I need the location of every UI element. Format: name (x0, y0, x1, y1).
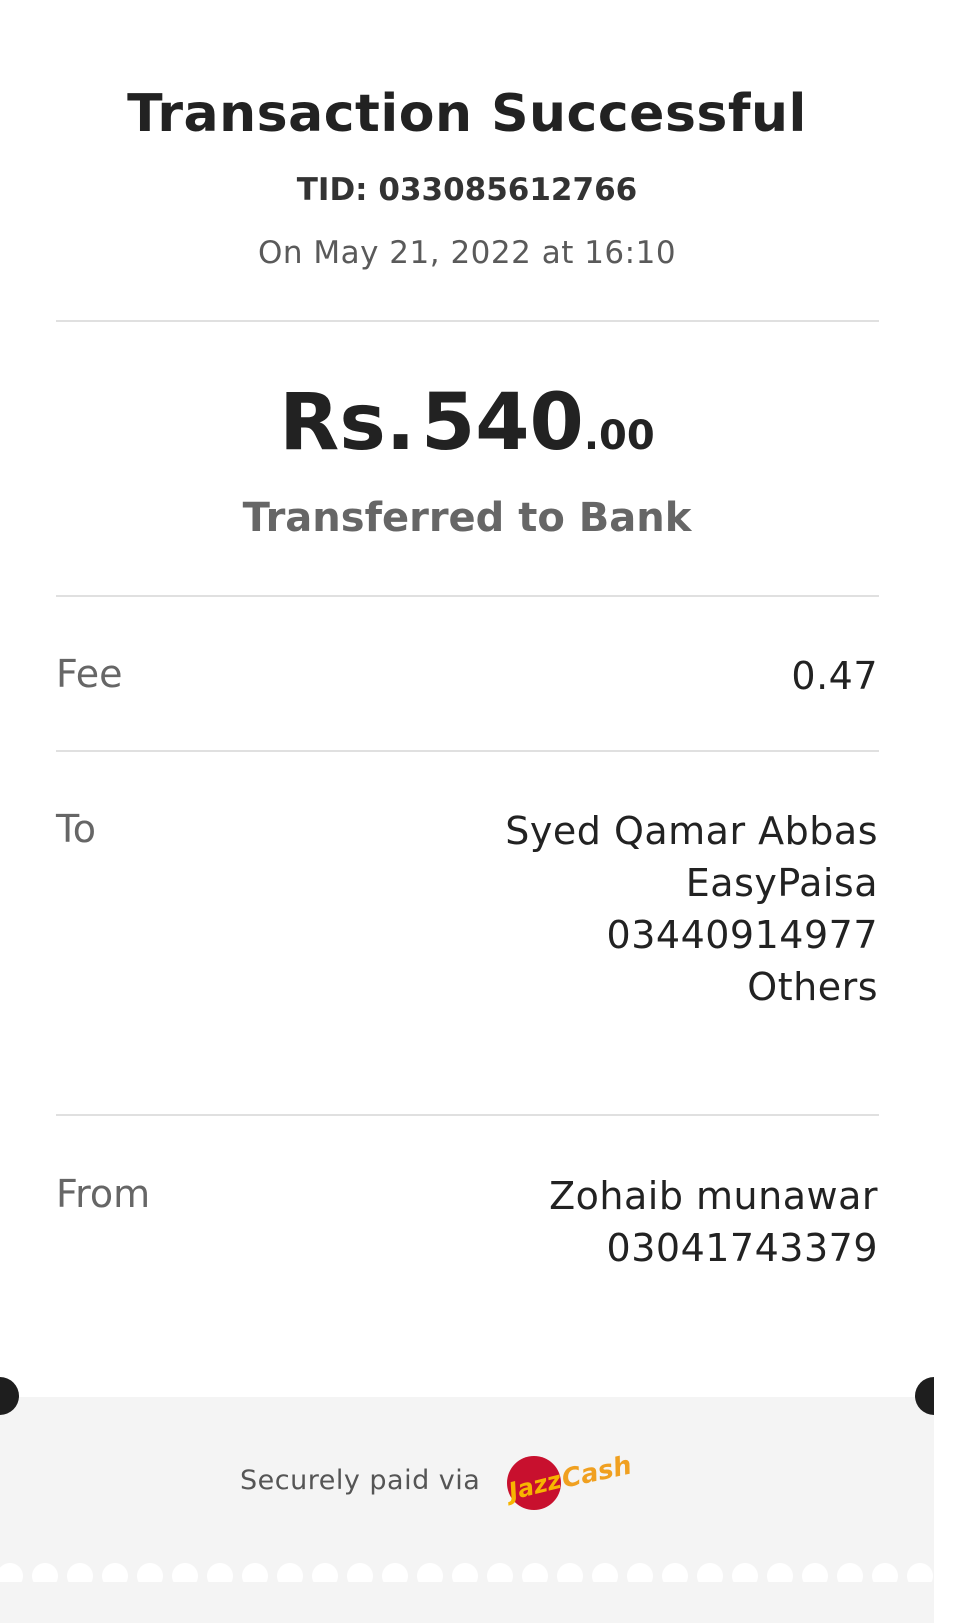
scallop (732, 1563, 758, 1582)
receipt-footer (0, 1397, 934, 1623)
transaction-description: Transferred to Bank (242, 495, 692, 541)
page-title: Transaction Successful (127, 84, 807, 144)
scallop (137, 1563, 163, 1582)
scallop (242, 1563, 268, 1582)
to-details: Syed Qamar Abbas EasyPaisa 03440914977 O… (505, 805, 878, 1013)
scallop (627, 1563, 653, 1582)
from-details: Zohaib munawar 03041743379 (549, 1170, 878, 1274)
sender-name: Zohaib munawar (549, 1174, 878, 1218)
sender-account: 03041743379 (606, 1226, 878, 1270)
receipt-scalloped-edge (0, 1563, 933, 1582)
scallop (907, 1563, 933, 1582)
transaction-receipt: Transaction Successful TID: 033085612766… (0, 0, 934, 1623)
transaction-amount: Rs. 540.00 (0, 378, 934, 468)
scallop (837, 1563, 863, 1582)
secure-payment-text: Securely paid via (240, 1465, 481, 1496)
scallop (557, 1563, 583, 1582)
recipient-name: Syed Qamar Abbas (505, 809, 878, 853)
fee-value: 0.47 (791, 650, 878, 702)
scallop (452, 1563, 478, 1582)
recipient-account: 03440914977 (606, 913, 878, 957)
divider (56, 1114, 879, 1116)
scallop (347, 1563, 373, 1582)
scallop (697, 1563, 723, 1582)
to-label: To (56, 807, 97, 851)
transaction-date: On May 21, 2022 at 16:10 (257, 235, 677, 271)
scallop (67, 1563, 93, 1582)
scallop (312, 1563, 338, 1582)
scallop (32, 1563, 58, 1582)
scallop (172, 1563, 198, 1582)
scallop (102, 1563, 128, 1582)
scallop (662, 1563, 688, 1582)
scallop (767, 1563, 793, 1582)
from-label: From (56, 1172, 151, 1216)
fee-amount: 0.47 (791, 654, 878, 698)
recipient-bank: EasyPaisa (685, 861, 878, 905)
divider (56, 320, 879, 322)
scallop (277, 1563, 303, 1582)
page-gutter (934, 0, 967, 1623)
scallop (487, 1563, 513, 1582)
amount-major: 540 (421, 378, 584, 468)
transfer-purpose: Others (747, 965, 878, 1009)
scallop (0, 1563, 23, 1582)
jazzcash-logo: Jazz Cash (502, 1451, 635, 1510)
amount-currency: Rs. (279, 378, 416, 468)
scallop (522, 1563, 548, 1582)
scallop (592, 1563, 618, 1582)
divider (56, 595, 879, 597)
scallop (417, 1563, 443, 1582)
fee-label: Fee (56, 652, 123, 696)
scallop (207, 1563, 233, 1582)
scallop (802, 1563, 828, 1582)
amount-minor: .00 (583, 413, 655, 459)
scallop (872, 1563, 898, 1582)
transaction-id: TID: 033085612766 (296, 172, 638, 208)
divider (56, 750, 879, 752)
logo-word-2: Cash (559, 1451, 634, 1495)
scallop (382, 1563, 408, 1582)
